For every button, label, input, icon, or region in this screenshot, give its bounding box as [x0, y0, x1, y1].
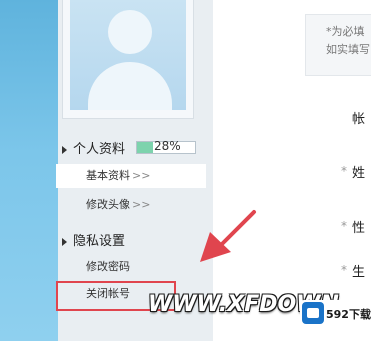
site-logo: 592下载网	[300, 300, 371, 328]
logo-mark-icon	[302, 302, 324, 324]
pointer-arrow-icon	[200, 210, 256, 262]
logo-text: 592下载网	[326, 308, 371, 321]
